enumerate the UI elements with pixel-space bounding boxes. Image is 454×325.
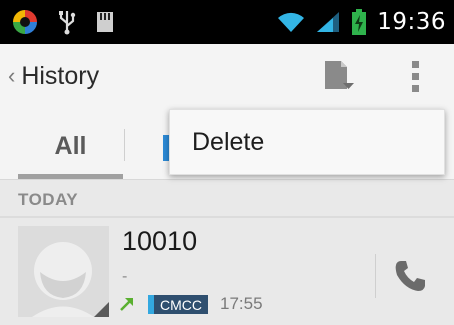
section-header: TODAY xyxy=(0,180,454,218)
tab-all-label: All xyxy=(54,132,87,160)
usb-icon xyxy=(59,11,76,35)
back-button[interactable]: ‹ History xyxy=(8,58,99,94)
call-time: 17:55 xyxy=(220,294,263,313)
call-divider xyxy=(375,254,376,298)
caller-subtitle: - xyxy=(122,268,128,285)
call-meta: CMCC 17:55 xyxy=(118,293,263,315)
status-bar: 19:36 xyxy=(0,0,454,44)
action-bar: ‹ History xyxy=(0,44,454,107)
app-notification-icon xyxy=(13,10,37,34)
wifi-icon xyxy=(278,12,305,32)
menu-item-delete-label: Delete xyxy=(192,128,265,156)
outgoing-call-arrow-icon xyxy=(120,298,133,311)
carrier-label: CMCC xyxy=(160,296,202,313)
avatar[interactable] xyxy=(18,226,109,317)
caller-number: 10010 xyxy=(122,226,198,256)
popup-menu: Delete xyxy=(169,109,445,175)
status-left-icons xyxy=(12,8,114,36)
battery-charging-icon xyxy=(352,9,367,35)
signal-icon xyxy=(317,12,340,32)
default-contact-icon xyxy=(18,226,109,317)
tab-all[interactable]: All xyxy=(18,127,123,179)
status-time: 19:36 xyxy=(377,9,446,35)
call-button[interactable] xyxy=(388,254,432,298)
phone-icon xyxy=(395,261,425,291)
chevron-left-icon: ‹ xyxy=(8,63,16,88)
call-log-item[interactable]: 10010 - CMCC 17:55 xyxy=(0,218,454,325)
status-right-icons: 19:36 xyxy=(277,6,446,38)
overflow-menu-icon xyxy=(412,61,419,92)
save-file-button[interactable] xyxy=(321,58,357,94)
menu-item-delete[interactable]: Delete xyxy=(170,110,444,174)
sd-card-icon xyxy=(97,12,113,32)
carrier-badge: CMCC xyxy=(148,294,208,314)
save-file-icon xyxy=(325,61,354,89)
carrier-badge-accent xyxy=(148,294,154,314)
section-header-label: TODAY xyxy=(18,190,79,209)
page-title: History xyxy=(21,61,100,90)
overflow-menu-button[interactable] xyxy=(398,58,434,94)
tab-divider xyxy=(124,129,125,161)
